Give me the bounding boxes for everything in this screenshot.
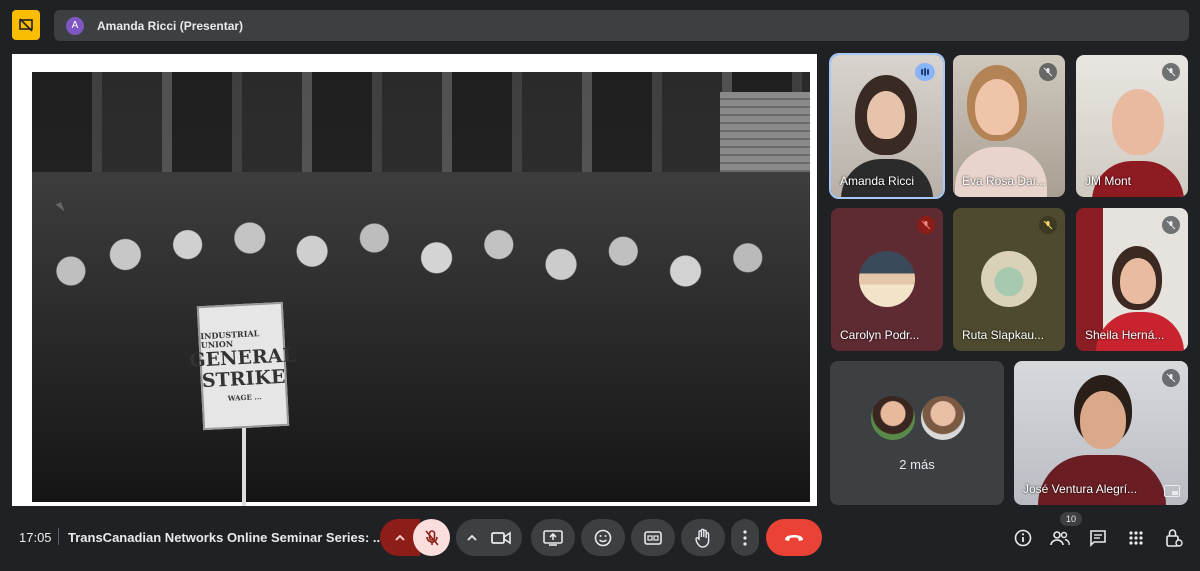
chevron-up-icon [395,534,405,541]
meeting-title: TransCanadian Networks Online Seminar Se… [68,530,384,545]
people-icon [1050,531,1070,546]
clock: 17:05 [19,530,52,545]
participants-count-badge: 10 [1060,512,1082,526]
present-screen-button[interactable] [531,519,575,556]
shared-presentation[interactable]: INDUSTRIAL UNION GENERAL STRIKE WAGE ... [12,54,817,506]
captions-icon [644,530,662,545]
participant-tile[interactable]: José Ventura Alegrí... [1014,361,1188,505]
presentation-off-icon[interactable] [12,10,40,40]
info-button[interactable] [1012,527,1034,549]
presenter-bar: A Amanda Ricci (Presentar) [54,10,1189,41]
participant-tile[interactable]: Carolyn Podr... [831,208,943,351]
people-button[interactable] [1049,527,1071,549]
end-call-button[interactable] [766,519,822,556]
emoji-icon [594,529,612,546]
mic-off-icon [1162,63,1180,81]
mic-toggle-button[interactable] [413,519,450,556]
avatar [981,251,1037,307]
participant-tile[interactable]: Eva Rosa Dar... [953,55,1065,197]
avatar [869,394,917,442]
speaking-icon [915,63,935,81]
host-controls-icon [1166,529,1183,547]
participant-name: Amanda Ricci [840,174,915,188]
chevron-up-icon[interactable] [467,534,477,542]
participant-tile[interactable]: Sheila Herná... [1076,208,1188,351]
activities-button[interactable] [1125,527,1147,549]
info-icon [1014,529,1032,547]
participant-name: JM Mont [1085,174,1132,188]
avatar [919,394,967,442]
participant-name: Carolyn Podr... [840,328,920,342]
participant-tile[interactable]: JM Mont [1076,55,1188,197]
more-options-icon [743,529,747,546]
mic-off-icon [1162,216,1180,234]
mic-off-icon [917,216,935,234]
raise-hand-button[interactable] [681,519,725,556]
presenter-name: Amanda Ricci (Presentar) [97,18,244,33]
strike-sign: INDUSTRIAL UNION GENERAL STRIKE WAGE ... [189,301,296,431]
captions-button[interactable] [631,519,675,556]
host-controls-button[interactable] [1163,527,1185,549]
more-participants-label: 2 más [899,457,935,472]
mic-off-icon [1039,216,1057,234]
participant-name: Eva Rosa Dar... [962,174,1047,188]
divider [58,528,59,545]
raise-hand-icon [695,528,710,548]
presenter-avatar: A [66,16,84,35]
camera-group [456,519,522,556]
participant-name: Sheila Herná... [1085,328,1165,342]
mic-off-icon [424,529,439,546]
participant-tile[interactable]: Amanda Ricci [829,53,945,199]
mic-off-icon [1039,63,1057,81]
camera-icon[interactable] [491,531,511,545]
emoji-button[interactable] [581,519,625,556]
historical-photo: INDUSTRIAL UNION GENERAL STRIKE WAGE ... [32,72,810,506]
chat-icon [1090,530,1106,547]
end-call-icon [785,534,803,541]
participant-name: José Ventura Alegrí... [1023,482,1138,496]
participant-name: Ruta Slapkau... [962,328,1045,342]
picture-in-picture-icon[interactable] [1164,485,1180,497]
avatar [859,251,915,307]
more-options-button[interactable] [731,519,759,556]
more-participants-tile[interactable]: 2 más [830,361,1004,505]
participant-tile[interactable]: Ruta Slapkau... [953,208,1065,351]
chat-button[interactable] [1087,527,1109,549]
activities-icon [1129,531,1143,545]
present-screen-icon [543,529,563,546]
mic-off-icon [1162,369,1180,387]
